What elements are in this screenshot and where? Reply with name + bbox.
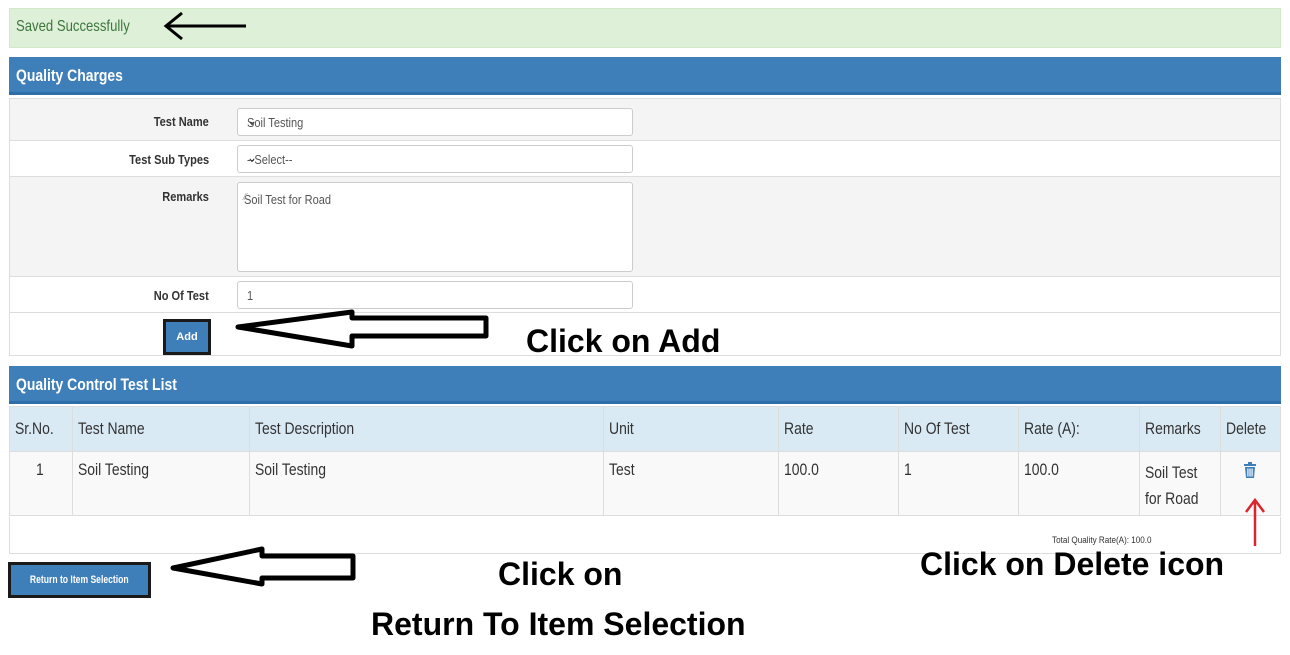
annotation-return-to-item-selection: Return To Item Selection (371, 606, 746, 642)
annotation-click-on: Click on (498, 556, 623, 592)
delete-red-arrow (1245, 497, 1265, 546)
alert-arrow (163, 11, 246, 41)
add-arrow (235, 309, 489, 349)
annotation-click-add: Click on Add (526, 323, 721, 359)
return-arrow (170, 546, 356, 587)
annotation-click-delete: Click on Delete icon (920, 546, 1225, 582)
